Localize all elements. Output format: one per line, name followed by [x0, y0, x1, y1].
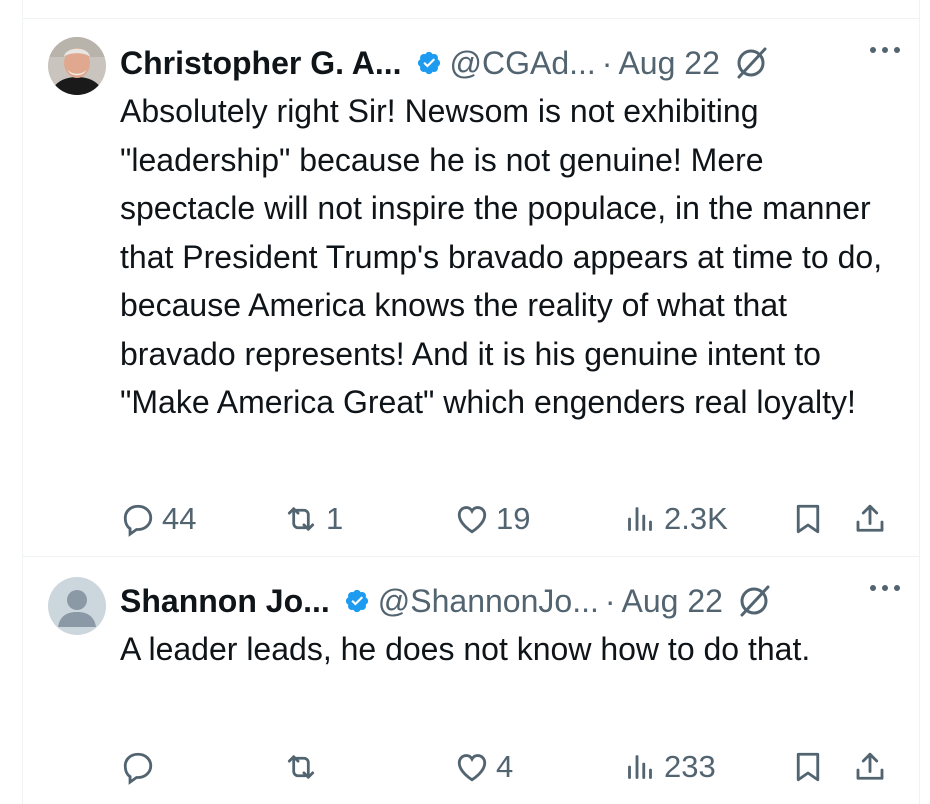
user-handle[interactable]: @CGAd... — [450, 45, 596, 82]
reply-button[interactable]: 44 — [120, 499, 196, 539]
verified-badge-icon — [344, 588, 370, 614]
repost-button[interactable]: 1 — [282, 499, 343, 539]
post-date[interactable]: Aug 22 — [618, 45, 719, 82]
reply-icon — [120, 749, 156, 785]
more-icon[interactable] — [870, 47, 900, 53]
bookmark-button[interactable] — [790, 747, 826, 787]
views-button[interactable]: 2.3K — [622, 499, 728, 539]
bookmark-button[interactable] — [790, 499, 826, 539]
views-button[interactable]: 233 — [622, 747, 716, 787]
post-text: A leader leads, he does not know how to … — [120, 631, 811, 667]
avatar[interactable] — [48, 37, 106, 95]
reply-count: 44 — [162, 501, 197, 536]
like-button[interactable]: 4 — [454, 747, 513, 787]
like-button[interactable]: 19 — [454, 499, 530, 539]
post-text: Absolutely right Sir! Newsom is not exhi… — [120, 93, 891, 420]
views-count: 2.3K — [664, 501, 728, 536]
action-bar: 4 233 — [120, 747, 894, 787]
repost-icon — [282, 501, 320, 537]
verified-badge-icon — [416, 50, 442, 76]
grok-icon[interactable] — [737, 584, 771, 618]
post-header: Christopher G. A... @CGAd... · Aug 22 — [120, 41, 900, 85]
repost-button[interactable] — [282, 747, 326, 787]
share-icon — [852, 749, 888, 785]
action-bar: 44 1 19 2.3K — [120, 499, 894, 539]
views-icon — [622, 501, 658, 537]
reply-button[interactable] — [120, 747, 162, 787]
reply-icon — [120, 501, 156, 537]
share-icon — [852, 501, 888, 537]
bookmark-icon — [790, 501, 826, 537]
views-icon — [622, 749, 658, 785]
like-icon — [454, 501, 490, 537]
reply-post[interactable]: Shannon Jo... @ShannonJo... · Aug 22 A l… — [22, 557, 920, 804]
display-name[interactable]: Shannon Jo... — [120, 583, 330, 620]
like-count: 4 — [496, 749, 514, 784]
share-button[interactable] — [852, 747, 888, 787]
post-date[interactable]: Aug 22 — [622, 583, 723, 620]
more-icon[interactable] — [870, 585, 900, 591]
share-button[interactable] — [852, 499, 888, 539]
grok-icon[interactable] — [734, 46, 768, 80]
avatar[interactable] — [48, 577, 106, 635]
bookmark-icon — [790, 749, 826, 785]
views-count: 233 — [664, 749, 716, 784]
user-handle[interactable]: @ShannonJo... — [378, 583, 599, 620]
display-name[interactable]: Christopher G. A... — [120, 45, 402, 82]
like-icon — [454, 749, 490, 785]
like-count: 19 — [496, 501, 531, 536]
repost-icon — [282, 749, 320, 785]
separator: · — [601, 44, 613, 81]
repost-count: 1 — [326, 501, 344, 536]
reply-post[interactable]: Christopher G. A... @CGAd... · Aug 22 Ab… — [22, 19, 920, 556]
separator: · — [604, 582, 616, 619]
post-header: Shannon Jo... @ShannonJo... · Aug 22 — [120, 579, 900, 623]
